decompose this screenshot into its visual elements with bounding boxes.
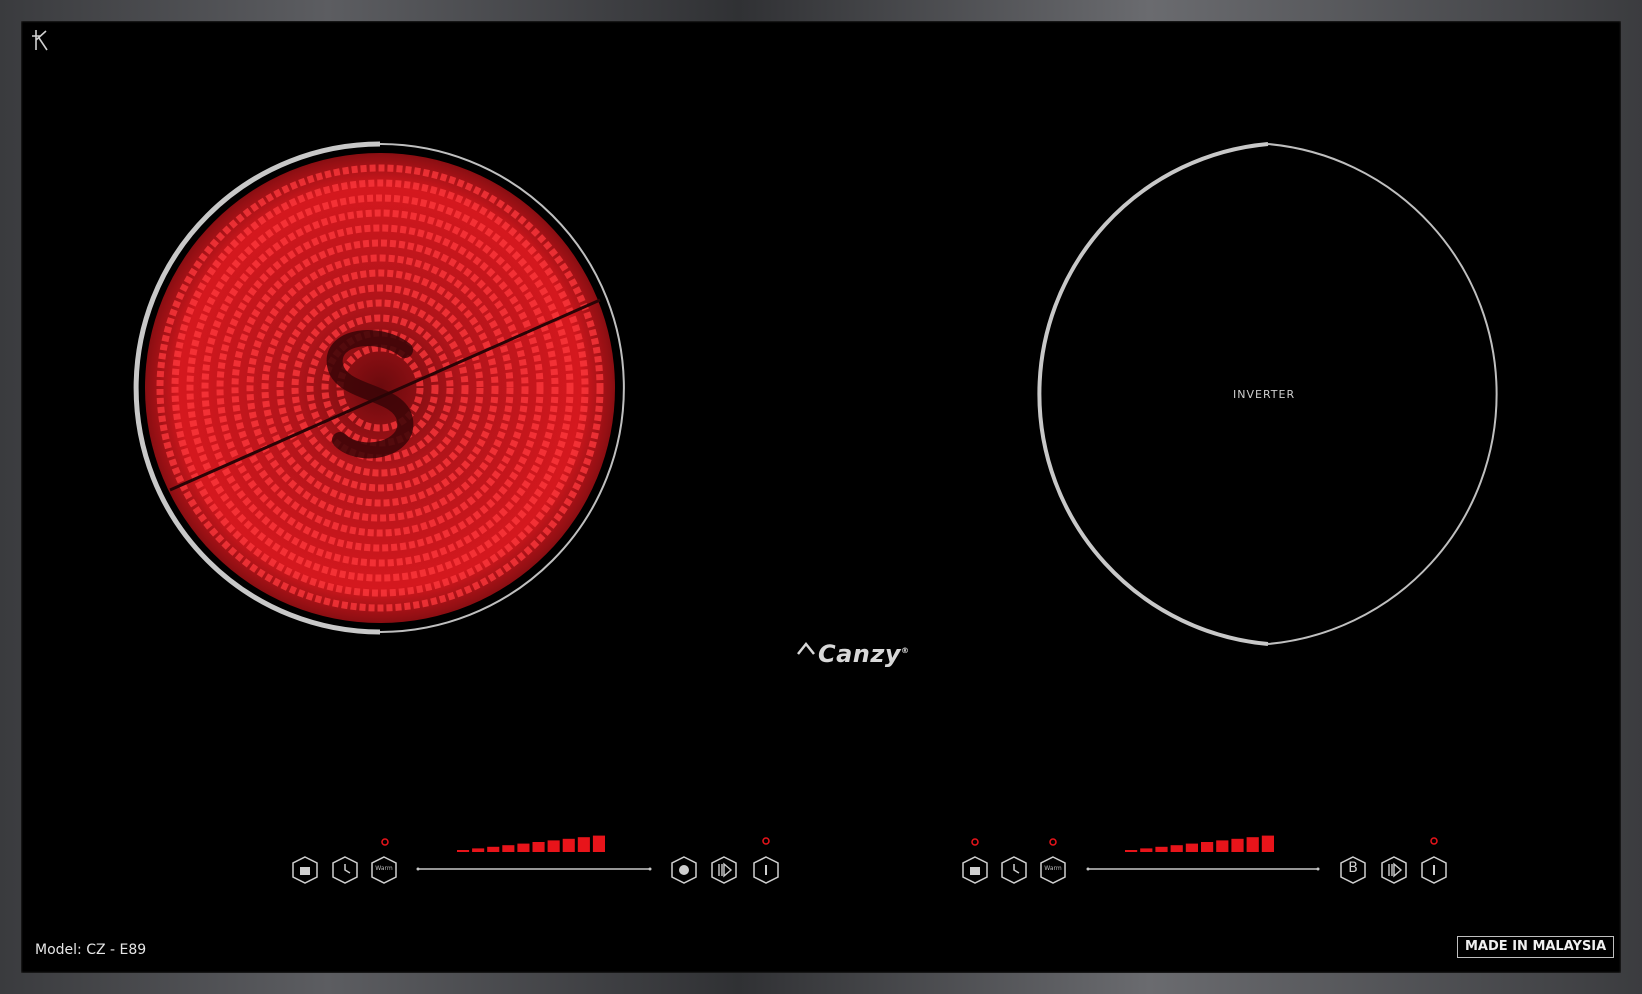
- warm-indicator-dot: [1049, 838, 1057, 846]
- power-level-bar: [1201, 842, 1214, 852]
- b-label: B: [1348, 860, 1358, 876]
- power-level-bar: [1231, 838, 1244, 852]
- timer-icon: [1013, 864, 1020, 874]
- power-level-bar: [1185, 843, 1198, 852]
- cooktop: INVERTER Canzy® Warm Warm B Model: CZ - …: [0, 0, 1642, 994]
- warm-label: Warm: [1044, 865, 1062, 872]
- power-level-bar: [1216, 840, 1229, 852]
- right-control-panel: [971, 835, 1438, 871]
- power-level-bar: [1125, 850, 1138, 852]
- power-level-bars: [1125, 835, 1274, 852]
- lock-icon: [970, 867, 980, 875]
- power-indicator-dot: [1430, 837, 1438, 845]
- timer-button[interactable]: [1000, 855, 1028, 885]
- power-level-bar: [1246, 837, 1259, 852]
- power-level-bar: [1170, 845, 1183, 852]
- lock-button[interactable]: [961, 855, 989, 885]
- power-level-bar: [1155, 846, 1168, 852]
- lock-indicator-dot: [971, 838, 979, 846]
- power-level-bar: [1140, 848, 1153, 852]
- model-label: Model: CZ - E89: [35, 942, 147, 958]
- boost-icon: [1388, 862, 1403, 878]
- made-in-badge: MADE IN MALAYSIA: [1457, 936, 1615, 958]
- power-level-bar: [1261, 835, 1274, 852]
- boost-button[interactable]: [1380, 855, 1408, 885]
- power-button[interactable]: [1420, 855, 1448, 885]
